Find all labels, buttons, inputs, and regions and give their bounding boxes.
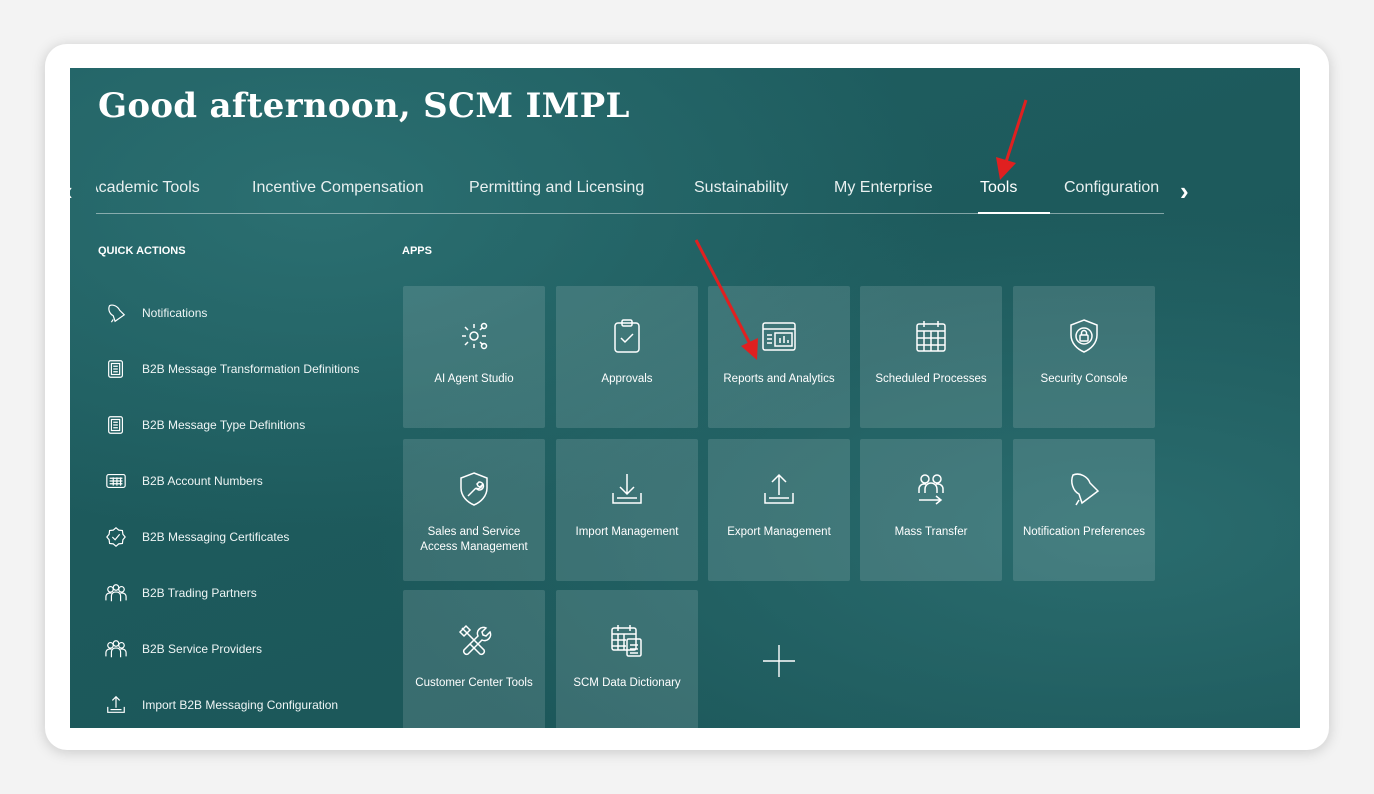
annotation-arrow-tools [996,99,1028,180]
annotation-arrow-reports [694,239,758,360]
annotation-arrows [694,99,1028,360]
